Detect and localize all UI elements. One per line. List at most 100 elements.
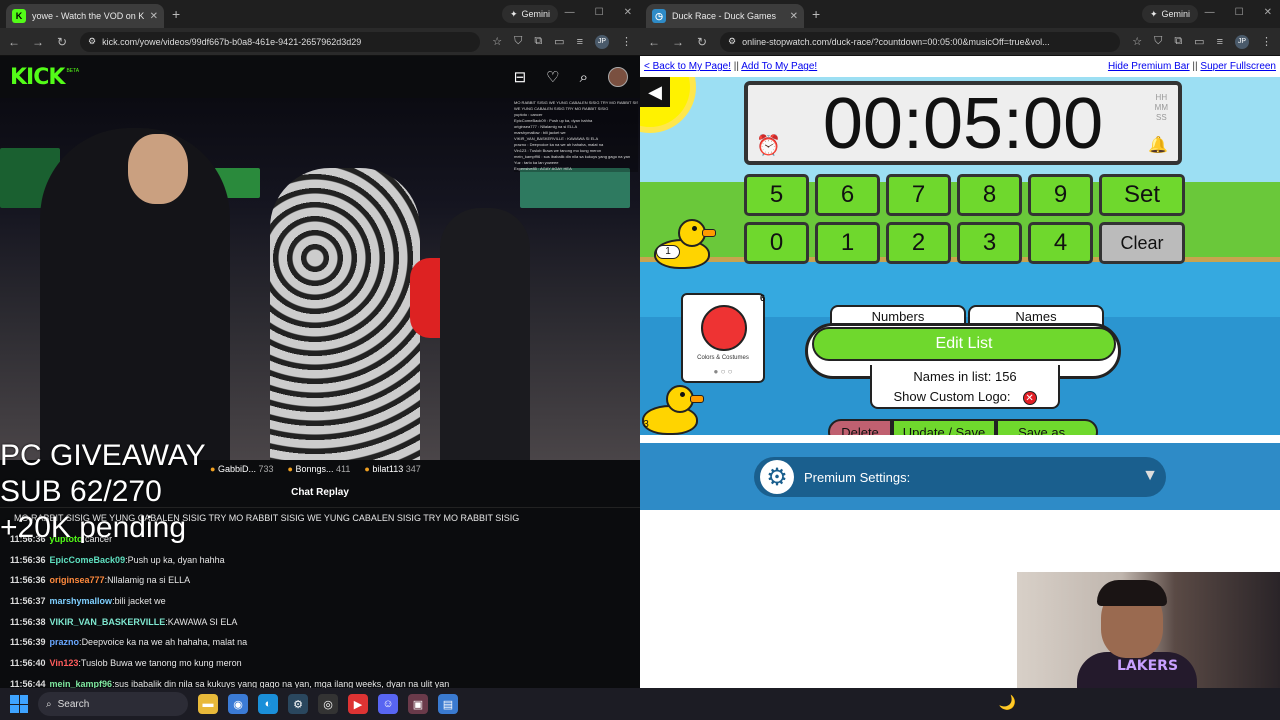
tab-names[interactable]: Names [968, 305, 1104, 325]
close-window-icon[interactable]: ✕ [624, 7, 632, 18]
maximize-icon[interactable]: ☐ [595, 7, 604, 18]
reload-icon[interactable]: ↻ [56, 35, 68, 49]
shield-icon[interactable]: ⛉ [514, 35, 522, 48]
back-to-my-page-link[interactable]: < Back to My Page! [644, 61, 731, 72]
update-save-button[interactable]: Update / Save [892, 419, 996, 435]
edit-list-button[interactable]: Edit List [812, 327, 1116, 361]
chat-username[interactable]: EpicComeBack09 [50, 555, 126, 565]
close-circle-icon[interactable]: ✕ [1022, 390, 1037, 405]
media-icon[interactable]: ≡ [577, 36, 583, 48]
set-button[interactable]: Set [1099, 174, 1185, 216]
close-window-icon[interactable]: ✕ [1264, 7, 1272, 18]
minimize-icon[interactable]: — [565, 7, 575, 18]
gemini-button[interactable]: ✦ Gemini [1141, 5, 1198, 23]
carousel-dots[interactable]: ● ○ ○ [683, 367, 763, 376]
premium-settings-button[interactable]: ⚙ Premium Settings: ▼ [754, 457, 1166, 497]
back-icon[interactable]: ← [648, 35, 660, 49]
url-input[interactable]: ⚙ kick.com/yowe/videos/99df667b-b0a8-461e… [80, 31, 481, 52]
site-info-icon[interactable]: ⚙ [88, 36, 96, 47]
obs-icon[interactable]: ◎ [318, 694, 338, 714]
media-icon[interactable]: ▶ [348, 694, 368, 714]
forward-icon[interactable]: → [32, 35, 44, 49]
key-3[interactable]: 3 [957, 222, 1022, 264]
chat-username[interactable]: prazno [50, 637, 80, 647]
key-2[interactable]: 2 [886, 222, 951, 264]
extensions-icon[interactable]: ⧉ [534, 35, 542, 48]
hide-premium-bar-link[interactable]: Hide Premium Bar [1108, 61, 1190, 72]
tab-numbers[interactable]: Numbers [830, 305, 966, 325]
reload-icon[interactable]: ↻ [696, 35, 708, 49]
menu-icon[interactable]: ⋮ [1261, 35, 1272, 48]
discord-icon[interactable]: ☺ [378, 694, 398, 714]
notepad-icon[interactable]: ▤ [438, 694, 458, 714]
maximize-icon[interactable]: ☐ [1235, 7, 1244, 18]
gifter-item[interactable]: ● bilat113 347 [364, 464, 420, 474]
cast-icon[interactable]: ▭ [1194, 35, 1204, 48]
site-info-icon[interactable]: ⚙ [728, 36, 736, 47]
chrome-icon[interactable]: ◉ [228, 694, 248, 714]
key-0[interactable]: 0 [744, 222, 809, 264]
heart-icon[interactable]: ♡ [546, 68, 559, 86]
tab-duck-race[interactable]: ◷ Duck Race - Duck Games ✕ [646, 4, 804, 28]
back-arrow-icon[interactable]: ◀ [640, 77, 670, 107]
key-9[interactable]: 9 [1028, 174, 1093, 216]
super-fullscreen-link[interactable]: Super Fullscreen [1200, 61, 1276, 72]
hair-shape [1097, 580, 1167, 606]
chat-username[interactable]: marshymallow [50, 596, 113, 606]
video-player[interactable]: MO RABBIT SISIG WE YUNG CABALEN SISIG TR… [0, 98, 640, 460]
search-icon[interactable]: ⌕ [580, 69, 588, 86]
file-explorer-icon[interactable]: ▬ [198, 694, 218, 714]
tab-kick[interactable]: K yowe - Watch the VOD on K ✕ [6, 4, 164, 28]
minimize-icon[interactable]: — [1205, 7, 1215, 18]
kick-logo[interactable]: KICK [10, 65, 65, 90]
gemini-label: Gemini [1161, 9, 1190, 19]
windows-start-icon[interactable] [10, 695, 28, 713]
duck-racer: 3 [640, 383, 704, 435]
menu-icon[interactable]: ⋮ [621, 35, 632, 48]
chat-username[interactable]: VIKIR_VAN_BASKERVILLE [50, 617, 166, 627]
chat-username[interactable]: mein_kampf96 [50, 679, 113, 688]
media-icon[interactable]: ≡ [1217, 36, 1223, 48]
alarm-clock-icon[interactable]: ⏰ [756, 133, 781, 158]
url-input[interactable]: ⚙ online-stopwatch.com/duck-race/?countdo… [720, 31, 1121, 52]
bookmark-star-icon[interactable]: ☆ [1132, 35, 1142, 48]
key-5[interactable]: 5 [744, 174, 809, 216]
delete-button[interactable]: Delete [828, 419, 892, 435]
app-icon[interactable]: ▣ [408, 694, 428, 714]
premium-settings-label: Premium Settings: [804, 469, 911, 485]
profile-avatar[interactable]: JP [1235, 34, 1249, 49]
moon-icon[interactable]: 🌙 [999, 694, 1016, 711]
link-bar: < Back to My Page! || Add To My Page! Hi… [640, 56, 1280, 77]
forward-icon[interactable]: → [672, 35, 684, 49]
chat-username[interactable]: originsea777 [50, 575, 105, 585]
add-to-my-page-link[interactable]: Add To My Page! [741, 61, 817, 72]
key-8[interactable]: 8 [957, 174, 1022, 216]
profile-avatar[interactable]: JP [595, 34, 609, 49]
gemini-button[interactable]: ✦ Gemini [501, 5, 558, 23]
save-as-button[interactable]: Save as... [996, 419, 1098, 435]
extensions-icon[interactable]: ⧉ [1174, 35, 1182, 48]
back-icon[interactable]: ← [8, 35, 20, 49]
key-1[interactable]: 1 [815, 222, 880, 264]
new-tab-icon[interactable]: + [812, 6, 820, 22]
colors-costumes-card[interactable]: Colors & Costumes ● ○ ○ 6 [681, 293, 765, 383]
new-tab-icon[interactable]: + [172, 6, 180, 22]
key-4[interactable]: 4 [1028, 222, 1093, 264]
avatar[interactable] [608, 67, 628, 87]
shield-icon[interactable]: ⛉ [1154, 35, 1162, 48]
gifter-item[interactable]: ● Bonngs... 411 [288, 464, 351, 474]
clear-button[interactable]: Clear [1099, 222, 1185, 264]
steam-icon[interactable]: ⚙ [288, 694, 308, 714]
close-tab-icon[interactable]: ✕ [790, 11, 798, 22]
chat-username[interactable]: Vin123 [50, 658, 79, 668]
edge-icon[interactable]: ◐ [258, 694, 278, 714]
bookmark-star-icon[interactable]: ☆ [492, 35, 502, 48]
gifter-item[interactable]: ● GabbiD... 733 [210, 464, 274, 474]
bell-icon[interactable]: 🔔 [1148, 135, 1168, 155]
library-icon[interactable]: ⊟ [514, 68, 527, 86]
key-6[interactable]: 6 [815, 174, 880, 216]
cast-icon[interactable]: ▭ [554, 35, 564, 48]
key-7[interactable]: 7 [886, 174, 951, 216]
taskbar-search[interactable]: ⌕ Search [38, 692, 188, 716]
close-tab-icon[interactable]: ✕ [150, 11, 158, 22]
